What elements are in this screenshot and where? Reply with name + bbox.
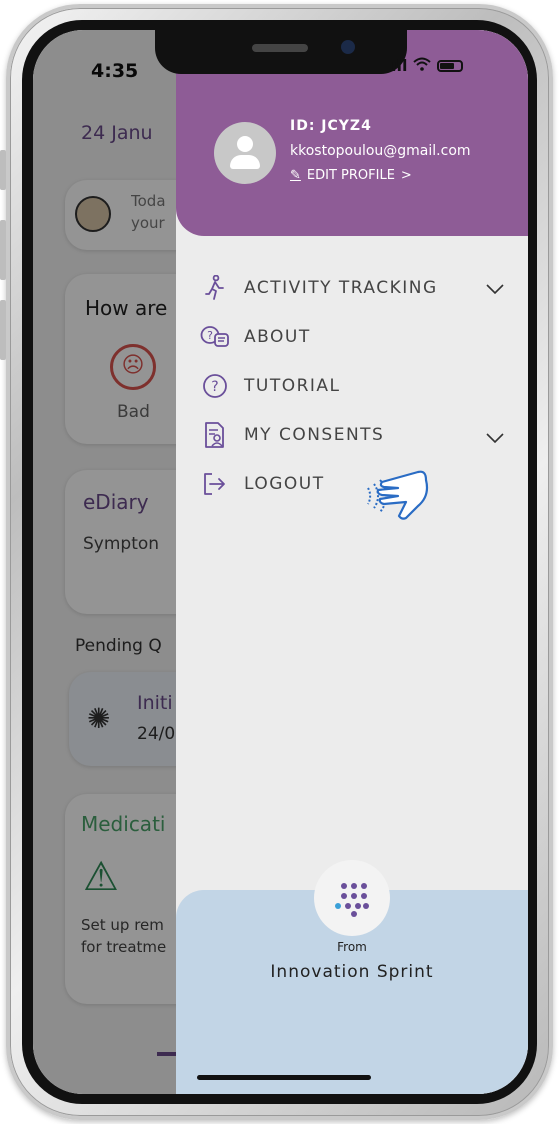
menu-item-label: LOGOUT <box>244 474 325 494</box>
question-circle-icon: ? <box>200 371 230 401</box>
drawer-footer: From Innovation Sprint <box>176 860 528 1094</box>
innovation-sprint-logo-icon <box>314 860 390 936</box>
front-camera <box>341 40 355 54</box>
chevron-down-icon[interactable] <box>486 282 504 298</box>
svg-text:?: ? <box>211 379 218 395</box>
menu-item-tutorial[interactable]: ? TUTORIAL <box>200 368 512 404</box>
side-button <box>0 220 6 280</box>
signal-bars-icon: ıll <box>391 56 408 75</box>
menu-item-label: MY CONSENTS <box>244 425 385 445</box>
logout-arrow-icon <box>200 469 230 499</box>
battery-fill <box>440 62 455 69</box>
user-avatar-icon <box>214 122 276 184</box>
wifi-icon <box>413 56 432 75</box>
walking-person-icon <box>200 273 230 303</box>
menu-item-label: ACTIVITY TRACKING <box>244 278 438 298</box>
chevron-right-icon: > <box>400 168 412 183</box>
side-button <box>0 300 6 360</box>
edit-profile-link[interactable]: ✎ EDIT PROFILE > <box>290 168 412 183</box>
menu-item-label: ABOUT <box>244 327 311 347</box>
svg-text:?: ? <box>207 329 213 342</box>
chat-bubbles-icon: ? <box>200 322 230 352</box>
user-email: kkostopoulou@gmail.com <box>290 143 471 159</box>
user-id: ID: JCYZ4 <box>290 118 372 134</box>
consent-document-icon <box>200 420 230 450</box>
chevron-down-icon[interactable] <box>486 431 504 447</box>
tap-hand-pointer-icon <box>346 458 436 520</box>
side-button <box>0 150 6 190</box>
menu-item-label: TUTORIAL <box>244 376 341 396</box>
battery-icon <box>437 59 464 72</box>
home-indicator[interactable] <box>197 1075 371 1080</box>
status-icons: ıll <box>391 56 464 75</box>
menu-item-my-consents[interactable]: MY CONSENTS <box>200 417 512 453</box>
menu-item-activity-tracking[interactable]: ACTIVITY TRACKING <box>200 270 512 306</box>
speaker-grille <box>252 44 308 52</box>
side-drawer: ID: JCYZ4 kkostopoulou@gmail.com ✎ EDIT … <box>176 30 528 1094</box>
footer-from-label: From <box>337 940 367 954</box>
pencil-icon: ✎ <box>290 168 301 183</box>
edit-profile-label: EDIT PROFILE <box>306 168 395 183</box>
footer-company-name: Innovation Sprint <box>270 962 434 982</box>
phone-notch <box>155 30 407 74</box>
menu-item-about[interactable]: ? ABOUT <box>200 319 512 355</box>
phone-screen: 4:35 24 Janu Toda your How are ☹ Bad eDi… <box>33 30 528 1094</box>
